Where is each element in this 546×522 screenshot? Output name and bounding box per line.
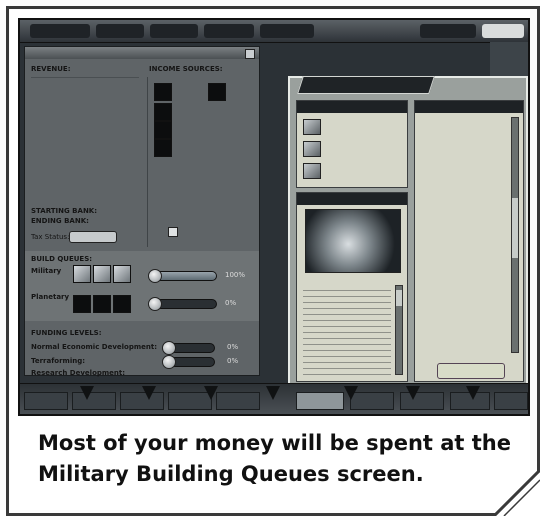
budget-panel-title	[25, 47, 259, 59]
tab-divider-icon	[344, 386, 358, 400]
caption-line-1: Most of your money will be spent at the	[38, 431, 512, 455]
military-slider[interactable]	[148, 269, 217, 283]
selected-item-header	[297, 193, 407, 205]
funding-percent: 0%	[227, 357, 239, 365]
unit-thumbnail	[303, 119, 321, 135]
tab-divider-icon	[266, 386, 280, 400]
dialog-title	[297, 76, 435, 94]
income-icon	[208, 83, 226, 101]
description-scrollbar[interactable]	[395, 285, 403, 375]
planetary-unit-slot[interactable]	[93, 295, 111, 313]
add-to-queue-button[interactable]	[437, 363, 505, 379]
planetary-slider[interactable]	[148, 297, 217, 311]
income-icon	[154, 83, 172, 101]
military-unit-icon[interactable]	[73, 265, 91, 283]
planetary-unit-slot[interactable]	[113, 295, 131, 313]
bottom-tab[interactable]	[216, 392, 260, 410]
planetary-label: Planetary	[31, 293, 70, 301]
funding-label: Terraforming:	[31, 357, 86, 365]
top-tab[interactable]	[96, 24, 144, 38]
funding-label: Research Development:	[31, 369, 126, 377]
income-sources-header: INCOME SOURCES:	[149, 65, 223, 73]
military-percent: 100%	[225, 271, 246, 279]
income-sources-list	[147, 77, 252, 247]
budget-panel: REVENUE: INCOME SOURCES: STARTING BANK: …	[24, 46, 260, 377]
selected-item-panel	[296, 192, 408, 382]
military-unit-icon[interactable]	[113, 265, 131, 283]
game-screen: REVENUE: INCOME SOURCES: STARTING BANK: …	[18, 18, 530, 416]
planetary-percent: 0%	[225, 299, 237, 307]
bottom-tab[interactable]	[72, 392, 116, 410]
unit-description	[303, 285, 391, 375]
current-queue-panel	[296, 100, 408, 188]
caption-line-2: Military Building Queues screen.	[38, 462, 424, 486]
tab-divider-icon	[466, 386, 480, 400]
ending-bank-label: ENDING BANK:	[31, 217, 89, 225]
top-tab[interactable]	[204, 24, 254, 38]
available-items-header	[415, 101, 523, 113]
available-scrollbar[interactable]	[511, 117, 519, 353]
bottom-tab-active[interactable]	[296, 392, 344, 410]
military-build-queue-dialog	[288, 76, 528, 390]
top-menu-bar	[20, 20, 528, 43]
funding-slider[interactable]	[162, 355, 215, 369]
income-icon	[154, 103, 172, 121]
tab-divider-icon	[142, 386, 156, 400]
tab-divider-icon	[406, 386, 420, 400]
tax-status-label: Tax Status:	[31, 233, 70, 241]
funding-percent: 0%	[227, 343, 239, 351]
tab-divider-icon	[80, 386, 94, 400]
queue-item[interactable]	[301, 139, 403, 159]
military-unit-icon[interactable]	[93, 265, 111, 283]
funding-label: Normal Economic Development:	[31, 343, 158, 351]
queue-item[interactable]	[301, 161, 403, 181]
build-queues-label: BUILD QUEUES:	[31, 255, 93, 263]
tab-divider-icon	[204, 386, 218, 400]
caption-text: Most of your money will be spent at the …	[38, 428, 518, 490]
unit-thumbnail	[303, 141, 321, 157]
revenue-list	[31, 77, 139, 197]
planetary-unit-slot[interactable]	[73, 295, 91, 313]
queue-item[interactable]	[301, 117, 403, 137]
top-tab[interactable]	[260, 24, 314, 38]
income-icon	[154, 121, 172, 139]
bottom-tab[interactable]	[24, 392, 68, 410]
funding-slider[interactable]	[162, 341, 215, 355]
funding-levels-header: FUNDING LEVELS:	[31, 329, 102, 337]
unit-thumbnail	[303, 163, 321, 179]
starting-bank-label: STARTING BANK:	[31, 207, 98, 215]
current-queue-header	[297, 101, 407, 113]
checkbox[interactable]	[168, 227, 178, 237]
income-icon	[154, 139, 172, 157]
bottom-tab[interactable]	[494, 392, 528, 410]
top-tab[interactable]	[482, 24, 524, 38]
tax-status-select[interactable]	[69, 231, 117, 243]
top-tab[interactable]	[30, 24, 90, 38]
available-items-panel	[414, 100, 524, 382]
build-queues-section: BUILD QUEUES: Military 100% Planetary 0%	[25, 251, 259, 321]
selected-unit-image	[305, 209, 401, 273]
revenue-header: REVENUE:	[31, 65, 71, 73]
bottom-nav-bar	[20, 383, 528, 414]
military-label: Military	[31, 267, 62, 275]
top-tab[interactable]	[150, 24, 198, 38]
close-icon[interactable]	[245, 49, 255, 59]
top-tab[interactable]	[420, 24, 476, 38]
